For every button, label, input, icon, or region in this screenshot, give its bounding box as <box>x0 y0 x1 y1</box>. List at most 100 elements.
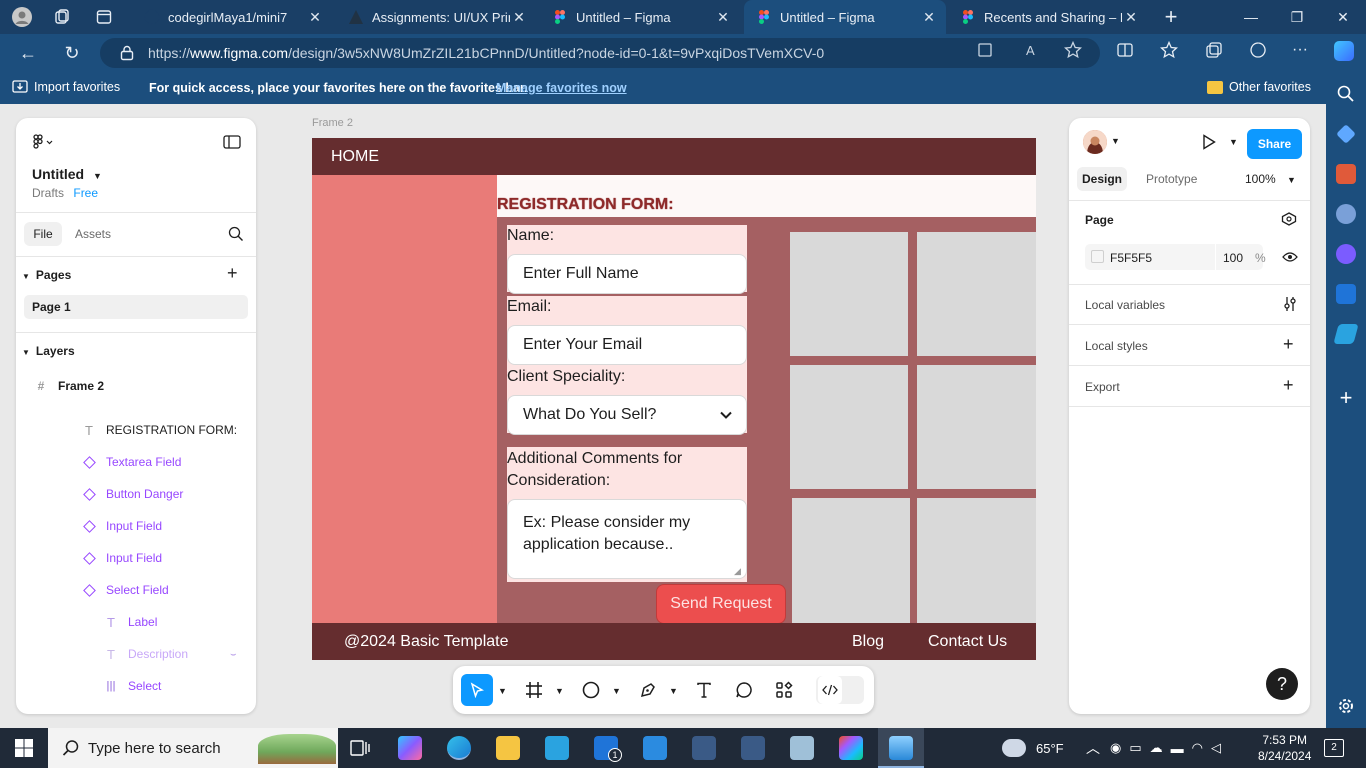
browser-tab-figma-1[interactable]: Untitled – Figma ✕ <box>540 0 740 34</box>
page-color-field[interactable]: F5F5F5 100 % <box>1085 244 1266 270</box>
browser-tab-github[interactable]: codegirlMaya1/mini7 ✕ <box>132 0 332 34</box>
microsoft-store-icon[interactable] <box>545 736 569 760</box>
copilot-sidebar-icon[interactable] <box>1336 244 1356 264</box>
footer-contact-link[interactable]: Contact Us <box>928 633 1007 651</box>
page-item-1[interactable]: Page 1 <box>24 295 248 319</box>
import-favorites-button[interactable]: Import favorites <box>12 80 120 94</box>
add-sidebar-app-icon[interactable]: + <box>1336 387 1356 409</box>
color-swatch[interactable] <box>1091 250 1104 263</box>
weather-widget[interactable]: 65°F <box>1002 728 1064 768</box>
design-frame[interactable]: HOME REGISTRATION FORM: Name: Enter Full… <box>312 138 1036 660</box>
send-request-button[interactable]: Send Request <box>656 584 786 624</box>
chevron-down-icon[interactable]: ▼ <box>555 686 564 696</box>
help-button[interactable]: ? <box>1266 668 1298 700</box>
shopping-tag-icon[interactable] <box>1336 124 1356 144</box>
settings-icon[interactable] <box>1336 696 1356 716</box>
comment-tool-icon[interactable] <box>730 676 758 704</box>
telegram-send-icon[interactable] <box>1333 324 1359 344</box>
app-icon[interactable] <box>692 736 716 760</box>
close-tab-icon[interactable]: ✕ <box>714 9 732 26</box>
page-color-toggle-icon[interactable] <box>1281 212 1297 229</box>
close-tab-icon[interactable]: ✕ <box>510 9 528 26</box>
figma-menu-button[interactable] <box>32 134 56 153</box>
local-variables-label[interactable]: Local variables <box>1085 298 1165 312</box>
new-tab-button[interactable]: + <box>1150 0 1192 34</box>
footer-blog-link[interactable]: Blog <box>852 633 884 651</box>
tab-file[interactable]: File <box>24 222 62 246</box>
pen-tool-icon[interactable] <box>634 676 662 704</box>
edge-browser-icon[interactable] <box>447 736 471 760</box>
back-icon[interactable]: ← <box>14 40 42 66</box>
export-label[interactable]: Export <box>1085 380 1120 394</box>
chevron-down-icon[interactable]: ▼ <box>498 686 507 696</box>
search-icon[interactable] <box>1336 84 1356 104</box>
local-styles-label[interactable]: Local styles <box>1085 339 1148 353</box>
split-screen-icon[interactable] <box>1116 41 1134 59</box>
browser-tab-recents[interactable]: Recents and Sharing – Figm ✕ <box>948 0 1148 34</box>
restore-icon[interactable]: ❐ <box>1274 0 1320 34</box>
refresh-icon[interactable]: ↻ <box>58 40 86 66</box>
favorite-star-icon[interactable] <box>1063 40 1083 59</box>
layer-component[interactable]: Input Field <box>16 513 256 539</box>
workspaces-icon[interactable] <box>52 7 72 27</box>
file-title-button[interactable]: Untitled ▼ <box>32 166 102 182</box>
minimize-icon[interactable]: — <box>1228 0 1274 34</box>
resources-tool-icon[interactable] <box>770 676 798 704</box>
tab-prototype[interactable]: Prototype <box>1146 172 1197 186</box>
speciality-select[interactable]: What Do You Sell? <box>507 395 747 435</box>
zoom-dropdown[interactable]: 100% ▼ <box>1245 172 1296 186</box>
share-button[interactable]: Share <box>1247 129 1302 159</box>
variables-settings-icon[interactable] <box>1283 296 1297 315</box>
mail-icon[interactable]: 1 <box>594 736 622 762</box>
active-app-slot[interactable] <box>878 728 924 768</box>
manage-favorites-link[interactable]: Manage favorites now <box>496 81 627 95</box>
windows-start-icon[interactable] <box>0 728 48 768</box>
tab-design[interactable]: Design <box>1077 167 1127 191</box>
plan-badge[interactable]: Free <box>73 186 98 200</box>
layer-component[interactable]: Input Field <box>16 545 256 571</box>
tools-icon[interactable] <box>1336 164 1356 184</box>
collections-icon[interactable] <box>1205 41 1223 59</box>
nav-home-link[interactable]: HOME <box>331 148 379 166</box>
layer-text[interactable]: T REGISTRATION FORM: <box>16 417 256 443</box>
show-hidden-icons[interactable]: ︿ <box>1086 728 1100 768</box>
file-explorer-icon[interactable] <box>496 736 520 760</box>
close-tab-icon[interactable]: ✕ <box>306 9 324 26</box>
browser-tab-figma-active[interactable]: Untitled – Figma ✕ <box>744 0 946 34</box>
copilot-icon[interactable] <box>1334 41 1354 61</box>
layer-component[interactable]: Textarea Field <box>16 449 256 475</box>
tab-assets[interactable]: Assets <box>75 227 111 241</box>
visibility-eye-icon[interactable] <box>1282 251 1298 266</box>
app-available-icon[interactable] <box>976 41 994 59</box>
taskbar-search-box[interactable]: Type here to search <box>48 728 338 768</box>
sidebar-toggle-icon[interactable] <box>223 135 241 152</box>
add-page-icon[interactable]: + <box>227 263 238 284</box>
git-icon[interactable] <box>839 736 863 760</box>
frame-tool-icon[interactable] <box>520 676 548 704</box>
games-icon[interactable] <box>1336 204 1356 224</box>
hidden-eye-icon[interactable]: ⌣ <box>230 649 237 660</box>
chevron-down-icon[interactable]: ▼ <box>1229 137 1238 147</box>
clock[interactable]: 7:53 PM 8/24/2024 <box>1258 728 1311 768</box>
frame-name-label[interactable]: Frame 2 <box>312 117 353 129</box>
page-color-hex[interactable]: F5F5F5 <box>1110 251 1152 265</box>
text-tool-icon[interactable] <box>690 676 718 704</box>
browser-essentials-icon[interactable] <box>1249 41 1267 59</box>
name-input[interactable]: Enter Full Name <box>507 254 747 294</box>
add-export-icon[interactable]: + <box>1283 375 1294 396</box>
move-tool-icon[interactable] <box>461 674 493 706</box>
present-play-icon[interactable] <box>1202 134 1216 153</box>
search-layers-icon[interactable] <box>228 226 244 245</box>
ellipse-tool-icon[interactable] <box>577 676 605 704</box>
email-input[interactable]: Enter Your Email <box>507 325 747 365</box>
avatar[interactable] <box>1083 130 1107 154</box>
browser-tab-assignments[interactable]: Assignments: UI/UX Princip ✕ <box>336 0 536 34</box>
page-opacity[interactable]: 100 <box>1223 251 1243 265</box>
task-view-icon[interactable] <box>348 736 372 760</box>
pages-section-toggle[interactable]: ▼ Pages <box>22 268 71 282</box>
layer-frame[interactable]: # Frame 2 <box>16 373 256 399</box>
close-tab-icon[interactable]: ✕ <box>920 9 938 26</box>
layer-child-hidden[interactable]: T Description ⌣ <box>16 641 256 667</box>
layer-component[interactable]: Button Danger <box>16 481 256 507</box>
close-tab-icon[interactable]: ✕ <box>1122 9 1140 26</box>
